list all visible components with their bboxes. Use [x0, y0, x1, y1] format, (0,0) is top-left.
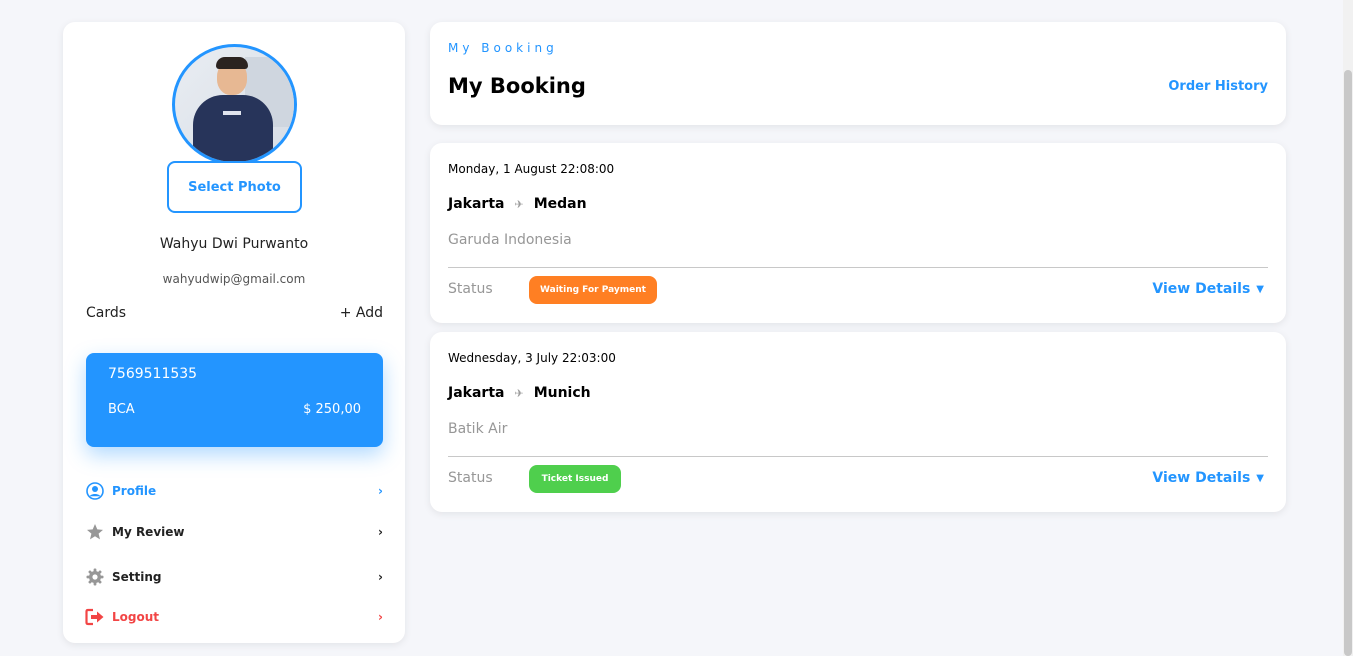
avatar-hair: [216, 57, 248, 69]
chevron-right-icon: ›: [378, 610, 383, 624]
booking-route: Jakarta ✈ Munich: [448, 385, 591, 401]
booking-airline: Batik Air: [448, 421, 508, 437]
sidebar-item-label: My Review: [112, 525, 185, 539]
avatar: [172, 44, 297, 165]
card-bank-name: BCA: [108, 402, 135, 417]
chevron-down-icon: ▼: [1256, 283, 1264, 295]
sidebar-item-setting[interactable]: Setting ›: [85, 565, 383, 589]
plane-icon: ✈: [514, 386, 524, 400]
star-icon: [85, 522, 105, 542]
sidebar-item-label: Logout: [112, 610, 160, 624]
booking-card: Wednesday, 3 July 22:03:00 Jakarta ✈ Mun…: [430, 332, 1286, 512]
booking-route: Jakarta ✈ Medan: [448, 196, 587, 212]
avatar-detail: [223, 111, 241, 115]
chevron-right-icon: ›: [378, 570, 383, 584]
logout-icon: [85, 607, 105, 627]
route-origin: Jakarta: [448, 385, 505, 401]
divider: [448, 456, 1268, 457]
header-kicker: My Booking: [448, 41, 558, 55]
view-details-label: View Details: [1152, 281, 1251, 297]
booking-header: My Booking My Booking Order History: [430, 22, 1286, 125]
avatar-body: [193, 95, 273, 162]
route-destination: Munich: [533, 385, 591, 401]
cards-heading: Cards: [86, 305, 127, 321]
order-history-link[interactable]: Order History: [1168, 79, 1268, 94]
status-badge: Waiting For Payment: [529, 276, 657, 304]
route-origin: Jakarta: [448, 196, 505, 212]
add-card-button[interactable]: + Add: [340, 305, 383, 321]
view-details-button[interactable]: View Details ▼: [1152, 470, 1264, 486]
view-details-button[interactable]: View Details ▼: [1152, 281, 1264, 297]
sidebar-item-profile[interactable]: Profile ›: [85, 479, 383, 503]
chevron-right-icon: ›: [378, 525, 383, 539]
plane-icon: ✈: [514, 197, 524, 211]
status-badge: Ticket Issued: [529, 465, 621, 493]
divider: [448, 267, 1268, 268]
route-destination: Medan: [533, 196, 587, 212]
scrollbar-thumb[interactable]: [1344, 70, 1352, 656]
booking-card: Monday, 1 August 22:08:00 Jakarta ✈ Meda…: [430, 143, 1286, 323]
view-details-label: View Details: [1152, 470, 1251, 486]
user-email: wahyudwip@gmail.com: [162, 272, 306, 286]
bank-card[interactable]: 7569511535 BCA $ 250,00: [86, 353, 383, 447]
booking-date: Monday, 1 August 22:08:00: [448, 162, 615, 176]
status-label: Status: [448, 470, 493, 486]
user-name: Wahyu Dwi Purwanto: [159, 236, 309, 252]
booking-airline: Garuda Indonesia: [448, 232, 572, 248]
gear-icon: [85, 567, 105, 587]
sidebar-item-logout[interactable]: Logout ›: [85, 605, 383, 629]
sidebar-item-label: Profile: [112, 484, 157, 498]
sidebar-item-my-review[interactable]: My Review ›: [85, 520, 383, 544]
profile-sidebar: Select Photo Wahyu Dwi Purwanto wahyudwi…: [63, 22, 405, 643]
booking-date: Wednesday, 3 July 22:03:00: [448, 351, 616, 365]
sidebar-item-label: Setting: [112, 570, 162, 584]
page-title: My Booking: [448, 74, 586, 98]
card-balance: $ 250,00: [303, 402, 361, 417]
card-number: 7569511535: [108, 366, 198, 382]
chevron-down-icon: ▼: [1256, 472, 1264, 484]
select-photo-button[interactable]: Select Photo: [167, 161, 302, 213]
page-scrollbar[interactable]: [1343, 0, 1353, 656]
user-circle-icon: [85, 481, 105, 501]
chevron-right-icon: ›: [378, 484, 383, 498]
status-label: Status: [448, 281, 493, 297]
